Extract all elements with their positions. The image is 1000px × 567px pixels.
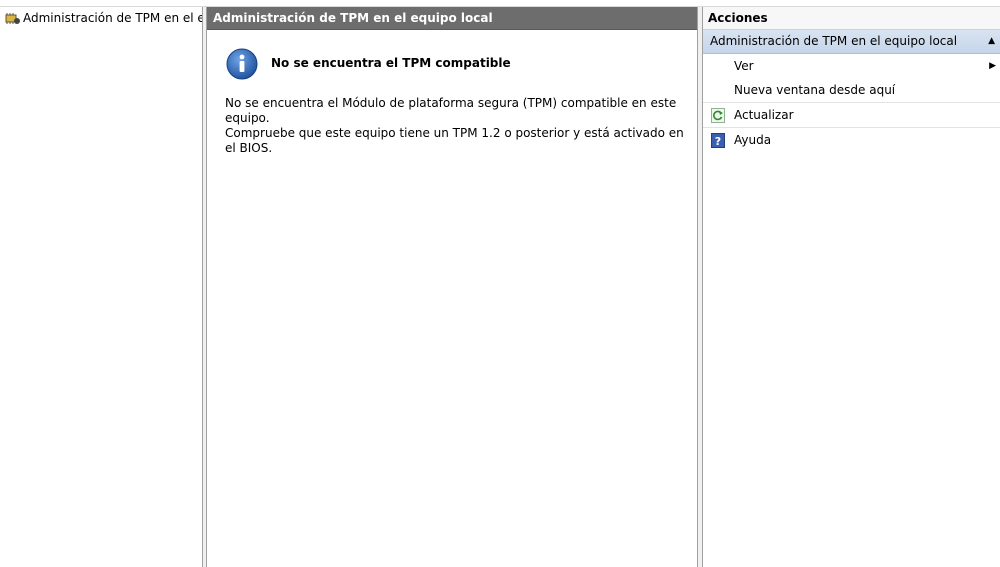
error-description-line-2: Compruebe que este equipo tiene un TPM 1… xyxy=(225,126,684,155)
result-pane-body: No se encuentra el TPM compatible No se … xyxy=(207,30,697,567)
actions-pane: Acciones Administración de TPM en el equ… xyxy=(702,7,1000,567)
collapse-up-icon[interactable]: ▲ xyxy=(988,30,995,53)
action-label: Ver xyxy=(734,59,754,73)
right-splitter[interactable] xyxy=(698,7,701,567)
error-description-line-1: No se encuentra el Módulo de plataforma … xyxy=(225,96,677,125)
refresh-icon xyxy=(711,107,725,123)
result-pane: Administración de TPM en el equipo local… xyxy=(206,7,698,567)
action-label: Actualizar xyxy=(734,108,794,122)
action-label: Ayuda xyxy=(734,133,772,147)
error-title: No se encuentra el TPM compatible xyxy=(271,56,511,70)
tpm-chip-icon xyxy=(3,10,21,26)
console-tree-pane[interactable]: Administración de TPM en el equipo local xyxy=(0,7,203,567)
action-refresh[interactable]: Actualizar xyxy=(703,103,1000,128)
actions-pane-title: Acciones xyxy=(703,7,1000,30)
actions-section-header[interactable]: Administración de TPM en el equipo local… xyxy=(703,30,1000,54)
action-label: Nueva ventana desde aquí xyxy=(734,83,896,97)
submenu-arrow-icon: ▶ xyxy=(989,61,996,71)
actions-section-label: Administración de TPM en el equipo local xyxy=(710,34,958,48)
svg-text:?: ? xyxy=(715,135,721,148)
window-top-edge xyxy=(0,0,1000,7)
action-new-window[interactable]: Nueva ventana desde aquí xyxy=(703,78,1000,103)
info-icon xyxy=(226,48,258,80)
tree-item-tpm-management[interactable]: Administración de TPM en el equipo local xyxy=(0,9,202,27)
result-pane-header: Administración de TPM en el equipo local xyxy=(207,7,697,30)
error-description: No se encuentra el Módulo de plataforma … xyxy=(225,96,685,156)
action-ver[interactable]: Ver ▶ xyxy=(703,54,1000,78)
action-help[interactable]: ? Ayuda xyxy=(703,128,1000,152)
help-icon: ? xyxy=(711,132,725,148)
tree-item-label: Administración de TPM en el equipo local xyxy=(23,11,202,25)
